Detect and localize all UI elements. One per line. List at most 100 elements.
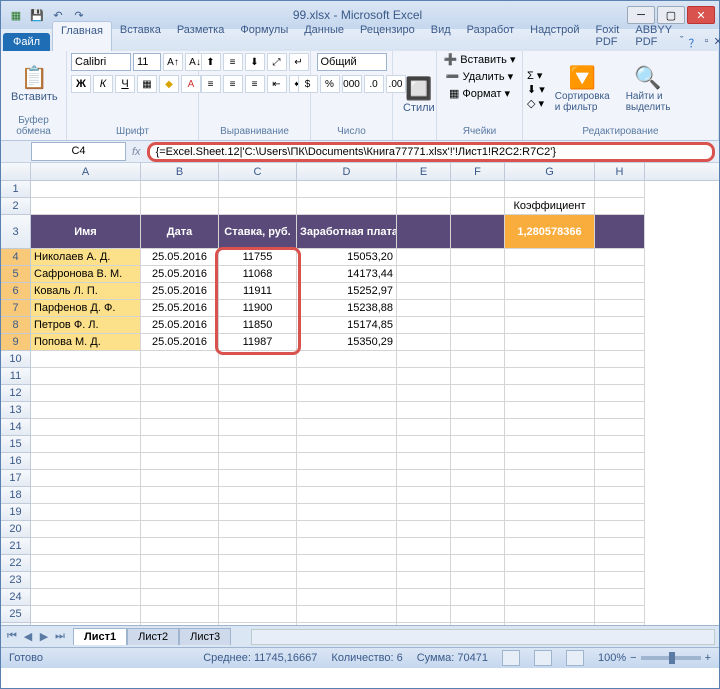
cell[interactable] <box>219 487 297 504</box>
cell[interactable] <box>297 368 397 385</box>
row-header[interactable]: 3 <box>1 215 31 249</box>
cell[interactable] <box>595 538 645 555</box>
cell[interactable] <box>141 419 219 436</box>
row-header[interactable]: 16 <box>1 453 31 470</box>
cell[interactable] <box>595 572 645 589</box>
cell[interactable] <box>297 504 397 521</box>
indent-dec-icon[interactable]: ⇤ <box>267 75 287 93</box>
column-header[interactable]: A <box>31 163 141 180</box>
cell[interactable] <box>451 419 505 436</box>
cell[interactable] <box>595 436 645 453</box>
cell[interactable]: 15350,29 <box>297 334 397 351</box>
cell[interactable] <box>595 470 645 487</box>
cell[interactable]: Заработная плата <box>297 215 397 249</box>
cell[interactable]: 25.05.2016 <box>141 317 219 334</box>
cell[interactable] <box>451 402 505 419</box>
cell[interactable] <box>397 181 451 198</box>
cell[interactable] <box>451 470 505 487</box>
cell[interactable]: 25.05.2016 <box>141 334 219 351</box>
cell[interactable] <box>141 623 219 625</box>
column-header[interactable]: D <box>297 163 397 180</box>
cell[interactable] <box>141 504 219 521</box>
fx-icon[interactable]: fx <box>132 146 141 158</box>
select-all-corner[interactable] <box>1 163 31 180</box>
format-cells[interactable]: ▦ Формат ▾ <box>449 87 510 100</box>
row-header[interactable]: 10 <box>1 351 31 368</box>
cell[interactable] <box>297 538 397 555</box>
row-header[interactable]: 23 <box>1 572 31 589</box>
cell[interactable] <box>595 368 645 385</box>
cell[interactable] <box>141 470 219 487</box>
cell[interactable] <box>505 606 595 623</box>
row-header[interactable]: 4 <box>1 249 31 266</box>
column-header[interactable]: G <box>505 163 595 180</box>
cell[interactable] <box>297 453 397 470</box>
row-header[interactable]: 15 <box>1 436 31 453</box>
sort-filter-button[interactable]: 🔽Сортировка и фильтр <box>549 63 616 115</box>
number-format[interactable] <box>317 53 387 71</box>
view-break-icon[interactable] <box>566 650 584 666</box>
cell[interactable] <box>219 504 297 521</box>
cell[interactable] <box>31 385 141 402</box>
cell[interactable] <box>505 266 595 283</box>
cell[interactable] <box>141 589 219 606</box>
cell[interactable] <box>451 436 505 453</box>
row-header[interactable]: 8 <box>1 317 31 334</box>
cell[interactable] <box>297 385 397 402</box>
cell[interactable] <box>397 215 451 249</box>
cell[interactable] <box>595 419 645 436</box>
styles-button[interactable]: 🔲Стили <box>397 74 441 116</box>
ribbon-tab[interactable]: Разметка <box>169 21 233 51</box>
cell[interactable] <box>297 181 397 198</box>
cell[interactable]: Коваль Л. П. <box>31 283 141 300</box>
cell[interactable] <box>595 283 645 300</box>
cell[interactable] <box>219 368 297 385</box>
cell[interactable] <box>141 402 219 419</box>
border-button[interactable]: ▦ <box>137 75 157 93</box>
align-center-icon[interactable]: ≡ <box>223 75 243 93</box>
cell[interactable]: 15252,97 <box>297 283 397 300</box>
cell[interactable] <box>595 300 645 317</box>
row-header[interactable]: 14 <box>1 419 31 436</box>
cell[interactable] <box>505 487 595 504</box>
cell[interactable] <box>397 283 451 300</box>
cell[interactable] <box>451 589 505 606</box>
cell[interactable] <box>451 317 505 334</box>
ribbon-tab[interactable]: Формулы <box>232 21 296 51</box>
grow-font-icon[interactable]: A↑ <box>163 53 183 71</box>
cell[interactable] <box>505 504 595 521</box>
cell[interactable] <box>219 572 297 589</box>
cell[interactable] <box>451 334 505 351</box>
cell[interactable] <box>505 181 595 198</box>
insert-cells[interactable]: ➕ Вставить ▾ <box>444 53 516 66</box>
row-header[interactable]: 9 <box>1 334 31 351</box>
cell[interactable] <box>219 555 297 572</box>
cell[interactable] <box>595 385 645 402</box>
ribbon-tab[interactable]: Надстрой <box>522 21 587 51</box>
cell[interactable] <box>595 402 645 419</box>
cell[interactable] <box>219 623 297 625</box>
row-header[interactable]: 13 <box>1 402 31 419</box>
find-select-button[interactable]: 🔍Найти и выделить <box>620 63 677 115</box>
save-icon[interactable]: 💾 <box>28 6 46 24</box>
sheet-tab[interactable]: Лист3 <box>179 628 231 645</box>
cell[interactable] <box>397 521 451 538</box>
cell[interactable] <box>595 198 645 215</box>
window-close-icon[interactable]: ✕ <box>713 35 720 51</box>
close-button[interactable]: ✕ <box>687 6 715 24</box>
row-header[interactable]: 1 <box>1 181 31 198</box>
cell[interactable]: 11755 <box>219 249 297 266</box>
cell[interactable] <box>31 572 141 589</box>
currency-icon[interactable]: $ <box>298 75 318 93</box>
cell[interactable] <box>141 606 219 623</box>
cell[interactable] <box>505 283 595 300</box>
ribbon-tab[interactable]: Рецензиро <box>352 21 423 51</box>
file-tab[interactable]: Файл <box>3 33 50 51</box>
row-header[interactable]: 11 <box>1 368 31 385</box>
cell[interactable] <box>297 470 397 487</box>
row-header[interactable]: 25 <box>1 606 31 623</box>
font-color-button[interactable]: A <box>181 75 201 93</box>
cell[interactable] <box>505 385 595 402</box>
font-size[interactable] <box>133 53 161 71</box>
cell[interactable] <box>397 300 451 317</box>
